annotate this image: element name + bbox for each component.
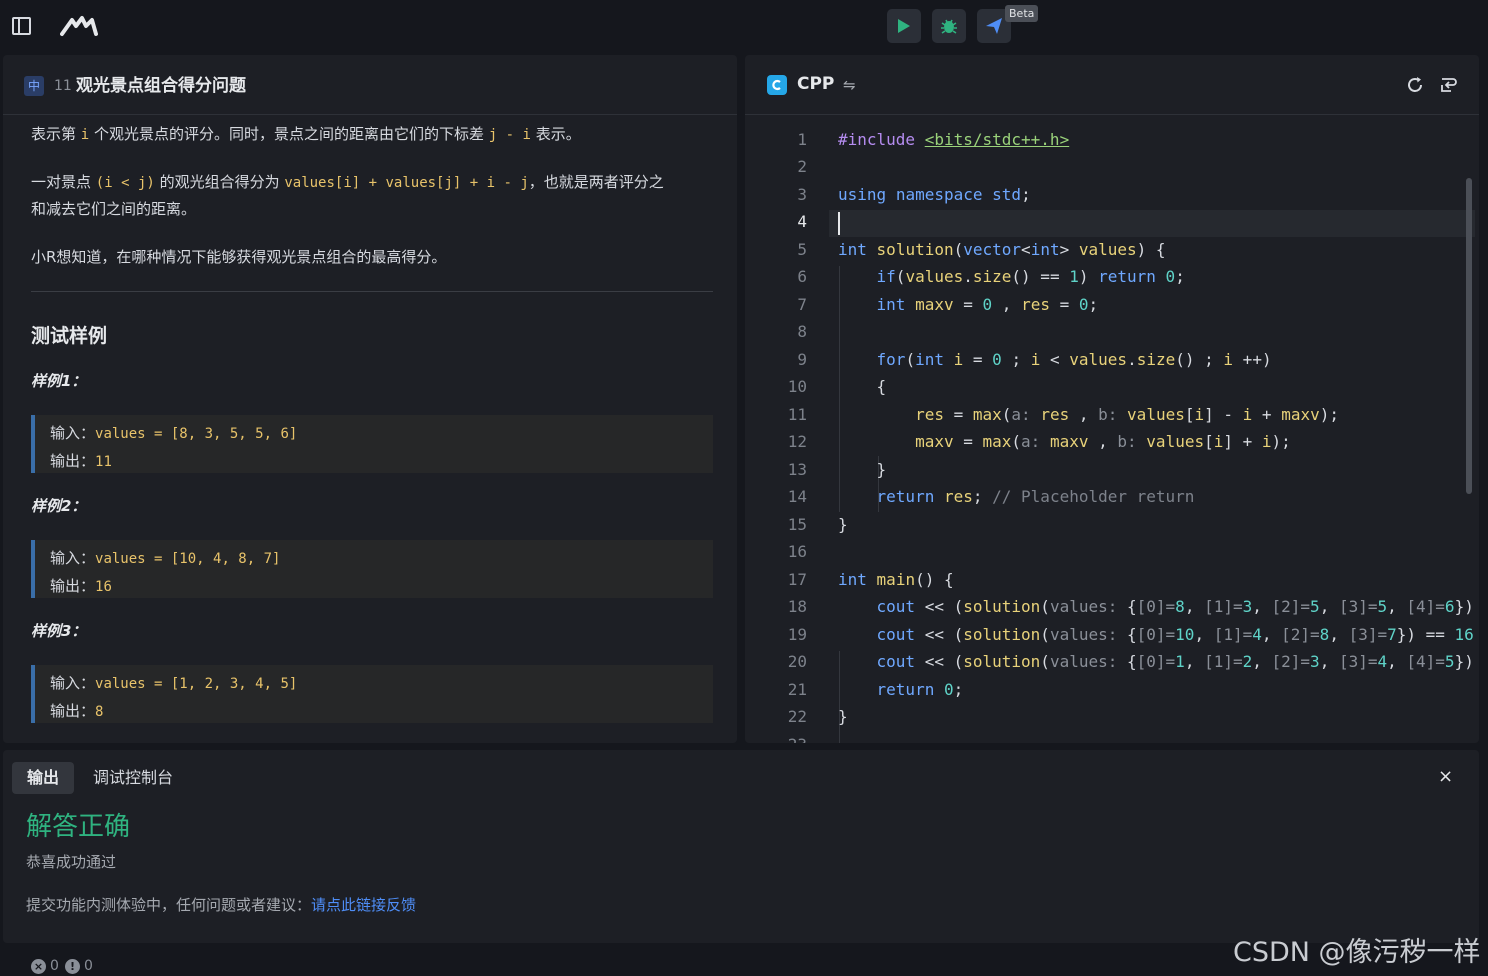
line-number: 9: [797, 350, 807, 369]
line-number: 12: [787, 432, 807, 451]
reset-icon[interactable]: [1405, 75, 1425, 95]
cpp-language-icon: [767, 75, 787, 95]
description-paragraph-2: 一对景点 (i < j) 的观光组合得分为 values[i] + values…: [31, 173, 664, 191]
line-number: 2: [797, 157, 807, 176]
beta-badge: Beta: [1005, 5, 1039, 22]
debug-button[interactable]: [932, 9, 966, 43]
bug-icon: [941, 19, 957, 34]
code-line: maxv = max(a: maxv , b: values[i] + i);: [915, 432, 1291, 451]
code-editor[interactable]: 1234567891011121314151617181920212223 #i…: [745, 116, 1479, 743]
result-description: 恭喜成功通过: [26, 853, 117, 871]
line-number: 10: [787, 377, 807, 396]
code-line: cout << (solution(values: {[0]=10, [1]=4…: [876, 625, 1474, 644]
code-line: int maxv = 0 , res = 0;: [876, 295, 1099, 314]
section-divider: [31, 291, 713, 292]
problem-title: 观光景点组合得分问题: [76, 76, 246, 96]
description-paragraph-1: 表示第 i 个观光景点的评分。同时，景点之间的距离由它们的下标差 j - i 表…: [31, 125, 581, 143]
code-line: for(int i = 0 ; i < values.size() ; i ++…: [876, 350, 1272, 369]
tab-debug-console[interactable]: 调试控制台: [93, 762, 173, 794]
line-number: 23: [745, 735, 807, 743]
line-number: 18: [787, 597, 807, 616]
test-cases-heading: 测试样例: [31, 325, 108, 347]
sidebar-toggle-icon[interactable]: [12, 17, 31, 35]
code-line: using namespace std;: [838, 185, 1031, 204]
line-number: 15: [787, 515, 807, 534]
line-number: 14: [787, 487, 807, 506]
line-number: 6: [797, 267, 807, 286]
close-output-button[interactable]: ×: [1438, 767, 1453, 787]
sample-label: 样例3：: [31, 622, 87, 640]
code-line: }: [838, 707, 848, 726]
sample-box: 输入：values = [1, 2, 3, 4, 5] 输出：8: [31, 665, 713, 723]
description-paragraph-3: 小R想知道，在哪种情况下能够获得观光景点组合的最高得分。: [31, 248, 447, 266]
sample-box: 输入：values = [10, 4, 8, 7] 输出：16: [31, 540, 713, 598]
feedback-text: 提交功能内测体验中，任何问题或者建议：请点此链接反馈: [26, 896, 417, 914]
result-title: 解答正确: [26, 812, 131, 842]
feedback-link[interactable]: 请点此链接反馈: [311, 896, 416, 914]
line-number: 17: [787, 570, 807, 589]
line-number: 11: [787, 405, 807, 424]
code-line: }: [838, 515, 848, 534]
current-line-highlight: [829, 210, 1475, 237]
code-line: #include <bits/stdc++.h>: [838, 130, 1070, 149]
line-number: 7: [797, 295, 807, 314]
top-bar: Beta: [0, 0, 1488, 54]
sample-label: 样例1：: [31, 372, 87, 390]
error-count: 0: [50, 958, 59, 974]
code-line: return 0;: [876, 680, 964, 699]
output-panel: 输出 调试控制台 × 解答正确 恭喜成功通过 提交功能内测体验中，任何问题或者建…: [3, 750, 1479, 943]
watermark: CSDN @像污秽一样: [1233, 937, 1481, 968]
code-line: {: [838, 377, 887, 396]
code-line: return res; // Placeholder return: [876, 487, 1195, 506]
logo-icon: [60, 16, 98, 36]
tab-output[interactable]: 输出: [12, 762, 74, 794]
line-number: 21: [787, 680, 807, 699]
line-number: 3: [797, 185, 807, 204]
code-line: res = max(a: res , b: values[i] - i + ma…: [915, 405, 1339, 424]
editor-header: CPP ⇋: [745, 55, 1479, 115]
warning-icon: !: [65, 959, 80, 974]
send-icon: [986, 18, 1002, 34]
line-number: 19: [787, 625, 807, 644]
problem-header: 中 11 观光景点组合得分问题: [3, 55, 737, 115]
code-line: if(values.size() == 1) return 0;: [876, 267, 1185, 286]
run-button[interactable]: [887, 9, 921, 43]
code-line: int main() {: [838, 570, 954, 589]
vertical-scrollbar[interactable]: [1466, 178, 1472, 494]
code-line: cout << (solution(values: {[0]=1, [1]=2,…: [876, 652, 1474, 671]
error-icon: ×: [31, 959, 46, 974]
line-number: 5: [797, 240, 807, 259]
line-number: 20: [787, 652, 807, 671]
format-code-icon[interactable]: [1439, 75, 1459, 95]
description-paragraph-2b: 和减去它们之间的距离。: [31, 200, 197, 218]
line-number: 22: [787, 707, 807, 726]
line-number: 16: [787, 542, 807, 561]
difficulty-badge: 中: [24, 76, 44, 96]
editor-panel: CPP ⇋ 1 2 3 4 5 6 7 8 9 10 11 12 13 14 15 16 17 18 19 20 21 2…: [745, 55, 1479, 743]
play-icon: [898, 19, 910, 33]
code-line: cout << (solution(values: {[0]=8, [1]=3,…: [876, 597, 1474, 616]
line-number: 4: [797, 212, 807, 231]
problem-number: 11: [54, 78, 72, 94]
switch-language-icon[interactable]: ⇋: [843, 76, 856, 94]
problem-panel: 中 11 观光景点组合得分问题 表示第 i 个观光景点的评分。同时，景点之间的距…: [3, 55, 737, 743]
language-selector[interactable]: CPP: [797, 74, 834, 94]
warning-count: 0: [84, 958, 93, 974]
text-cursor: [838, 212, 840, 235]
line-number: 1: [797, 130, 807, 149]
line-number: 8: [797, 322, 807, 341]
code-line: }: [838, 460, 887, 479]
sample-box: 输入：values = [8, 3, 5, 5, 6] 输出：11: [31, 415, 713, 473]
line-number: 13: [787, 460, 807, 479]
code-line: int solution(vector<int> values) {: [838, 240, 1166, 259]
sample-label: 样例2：: [31, 497, 87, 515]
